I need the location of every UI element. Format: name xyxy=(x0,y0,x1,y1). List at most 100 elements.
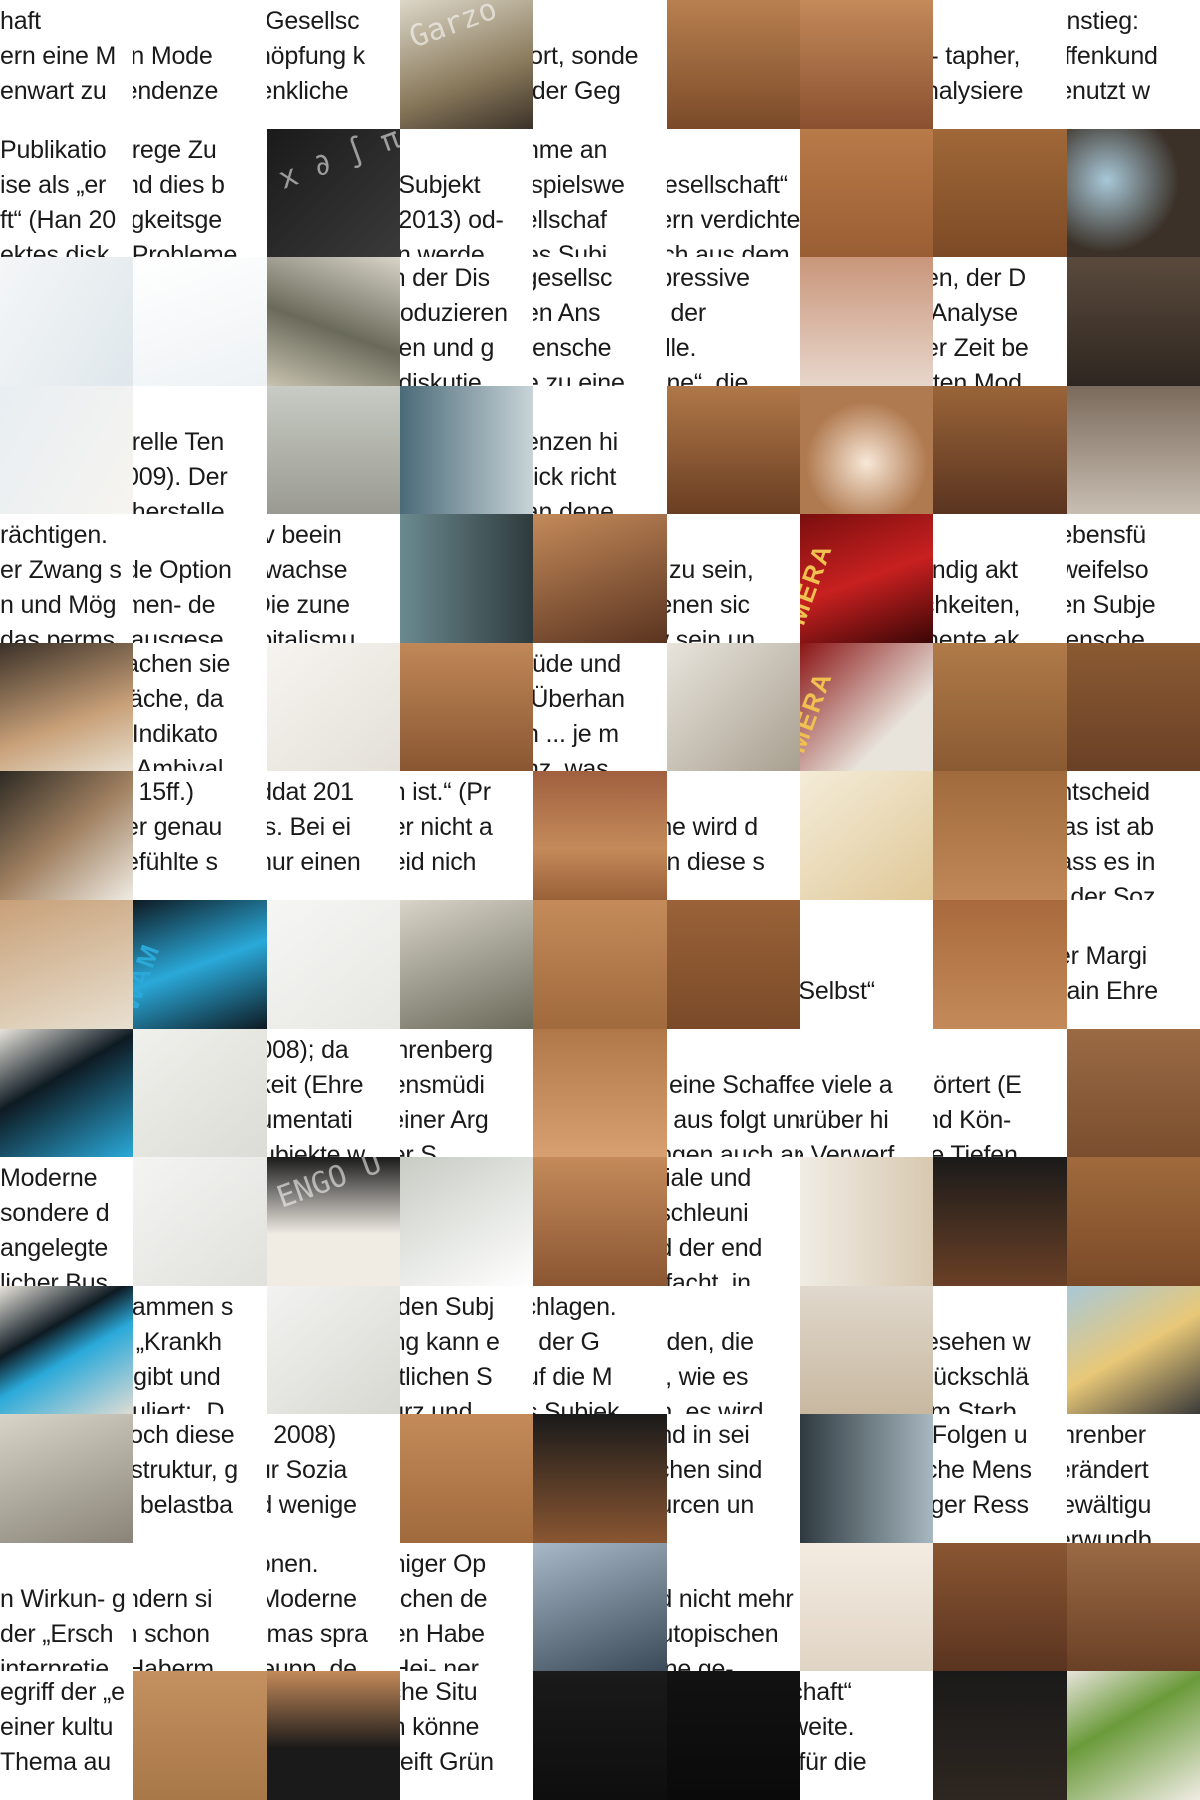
photo-fragment-tile-r6c7: MERA xyxy=(799,642,934,772)
text-line: ber nicht a xyxy=(400,813,493,842)
text-line: ene wird d xyxy=(667,813,759,842)
text-line: verwundb xyxy=(1067,1526,1152,1543)
text-line: einer kultu xyxy=(0,1713,114,1742)
text-lines: ene wird d ern diese s xyxy=(667,775,800,880)
text-line xyxy=(667,775,800,810)
text-line: hmen- de xyxy=(133,591,216,620)
text-line xyxy=(1067,904,1200,939)
text-line: iv zu sein, xyxy=(667,556,754,585)
photo-fragment-tile-r11c3 xyxy=(266,1285,400,1415)
photo-fragment-tile-r10c3: ENGO U xyxy=(266,1157,400,1286)
text-line: Einstieg: xyxy=(1066,7,1139,35)
photo-fragment-tile-r3c9 xyxy=(1066,257,1200,386)
text-line: sellschaf xyxy=(533,205,607,234)
text-fragment-tile-r1c9: Einstieg: Offenkund benutzt w xyxy=(1066,0,1200,129)
text-line: en ... je m xyxy=(533,719,619,748)
text-line: schaft“ xyxy=(800,1678,852,1707)
photo-fragment-tile-r4c3 xyxy=(266,385,400,515)
photo-fragment-tile-r5c5 xyxy=(533,514,667,643)
text-line: nd der end xyxy=(667,1234,763,1263)
text-line: t nur einen xyxy=(267,848,361,877)
text-line: urückschlä xyxy=(933,1362,1029,1391)
text-lines: schaft“ sweite. d für die xyxy=(800,1675,933,1780)
text-lines: 2008); da gkeit (Ehre gumentati Subjekte w xyxy=(267,1033,400,1158)
text-line: ändern si xyxy=(133,1584,213,1613)
text-fragment-tile-r12c9: Ehrenber verändert Bewältigu verwundb xyxy=(1066,1414,1200,1543)
photo-text-mosaic: haftern eine Menwart zuein ModeTendenzee… xyxy=(0,0,1200,1800)
text-line: ergibt und xyxy=(133,1362,221,1391)
text-lines: Lebensfü Zweifelso den Subje Mensche xyxy=(1067,518,1200,643)
photo-fragment-tile-r3c3 xyxy=(266,257,400,386)
text-fragment-tile-r14c4: liche Situ en könne greift Grün xyxy=(399,1671,534,1800)
photo-fragment-tile-r9c2 xyxy=(133,1028,267,1158)
text-lines: epressive in der falle. erne“, die xyxy=(667,261,800,386)
text-line: r Moderne xyxy=(266,1584,357,1613)
photo-fragment-tile-r2c9 xyxy=(1066,128,1200,258)
text-line: sgesellsc xyxy=(533,264,613,293)
text-lines: Publikatio ise als „er ft“ (Han 20 ektes di… xyxy=(0,133,133,258)
text-line: ein Mode xyxy=(133,42,213,70)
text-line: en, es wird xyxy=(667,1397,764,1415)
text-line: und in sei xyxy=(667,1421,750,1450)
text-lines: und in sei schen sind ourcen un xyxy=(667,1418,800,1523)
text-line xyxy=(667,133,800,168)
text-line: nensmüdi xyxy=(400,1070,485,1099)
text-line: denkliche xyxy=(267,77,349,105)
photo-fragment-tile-r12c7 xyxy=(799,1414,934,1543)
photo-glyph-text: ENGO U xyxy=(271,1157,386,1216)
photo-fragment-tile-r4c4 xyxy=(399,385,534,515)
text-line: apitalismu xyxy=(267,626,356,643)
text-line: les. Bei ei xyxy=(266,813,351,842)
text-lines: sgesellsc den Ans Mensche ge zu eine xyxy=(533,261,666,386)
text-fragment-tile-r5c1: rächtigen. er Zwang s n und Mög das perms xyxy=(0,514,134,643)
text-line: Ehrenberg xyxy=(399,1035,493,1064)
book-spine-text: WAM xyxy=(133,938,167,1015)
text-line: benutzt w xyxy=(1067,77,1150,105)
text-line: se Verwerf xyxy=(800,1140,895,1158)
text-fragment-tile-r11c8: gesehen w urückschlä t im Sterb xyxy=(933,1285,1067,1415)
text-line: ge zu eine xyxy=(533,369,625,386)
text-fragment-tile-r4c2: turelle Ten 2009). Der n herstelle xyxy=(133,385,267,515)
text-fragment-tile-r11c5: schlagen. it“ der G auf die M as Subjek xyxy=(533,1285,667,1415)
text-line: egriff der „e xyxy=(0,1678,125,1707)
text-lines: ntiale und eschleuni nd der end ntfacht, in xyxy=(667,1161,800,1286)
text-line xyxy=(0,1547,133,1582)
photo-fragment-tile-r13c5 xyxy=(533,1542,667,1672)
text-line: ung kann e xyxy=(400,1327,500,1356)
text-fragment-tile-r2c1: Publikatio ise als „er ft“ (Han 20 ektes di… xyxy=(0,128,134,258)
text-fragment-tile-r12c2: Doch diese alstruktur, g er belastba xyxy=(133,1414,267,1543)
photo-glyph-text: Garzo xyxy=(404,0,502,56)
text-line: in der Soz xyxy=(1067,883,1156,900)
text-line xyxy=(800,939,933,974)
text-fragment-tile-r13c3: tionen. r Moderne ermas spra Keupp, de xyxy=(266,1542,400,1672)
text-fragment-tile-r4c5: denzen hi Blick richt , an dene xyxy=(533,385,667,515)
text-fragment-tile-r14c7: schaft“ sweite. d für die xyxy=(799,1671,934,1800)
text-line: rg 2008) xyxy=(267,1421,337,1450)
photo-fragment-tile-r8c2: WAM xyxy=(133,899,267,1029)
text-line: 2, 15ff.) xyxy=(133,778,194,807)
text-line: Thema au xyxy=(0,1748,111,1777)
text-line: n und Mög xyxy=(0,591,117,620)
text-line: entscheid xyxy=(1067,778,1150,807)
text-line: alstruktur, g xyxy=(133,1456,238,1485)
photo-fragment-tile-r13c7 xyxy=(799,1542,934,1672)
text-line: d 2013) od- xyxy=(399,205,504,234)
text-line: erne“, die xyxy=(666,369,749,386)
text-line: ntiale und xyxy=(666,1164,752,1193)
text-line: t im Sterb xyxy=(933,1397,1017,1415)
text-fragment-tile-r3c8: ben, der D e Analyse ger Zeit be f- ten Mod xyxy=(933,257,1067,386)
text-line: gen Habe xyxy=(400,1619,485,1648)
text-lines: rächtigen. er Zwang s n und Mög das perms xyxy=(0,518,133,643)
text-line: nche Mens xyxy=(933,1456,1032,1485)
text-lines: denzen hi Blick richt , an dene xyxy=(533,390,666,515)
text-line: ermas spra xyxy=(266,1619,368,1648)
text-fragment-tile-r12c6: und in sei schen sind ourcen un xyxy=(666,1414,800,1543)
text-line: der S xyxy=(400,1140,437,1158)
text-lines: nd nicht mehr für alle r utopischen eine g… xyxy=(667,1547,800,1672)
text-line: nd wenige xyxy=(267,1491,357,1520)
text-fragment-tile-r9c8: erörtert (E und Kön-die Tiefen xyxy=(933,1028,1067,1158)
photo-fragment-tile-r3c7 xyxy=(799,257,934,386)
text-line: e Indikato xyxy=(133,719,218,748)
text-line: turelle Ten xyxy=(133,427,225,456)
text-line: gumentati xyxy=(267,1105,353,1134)
